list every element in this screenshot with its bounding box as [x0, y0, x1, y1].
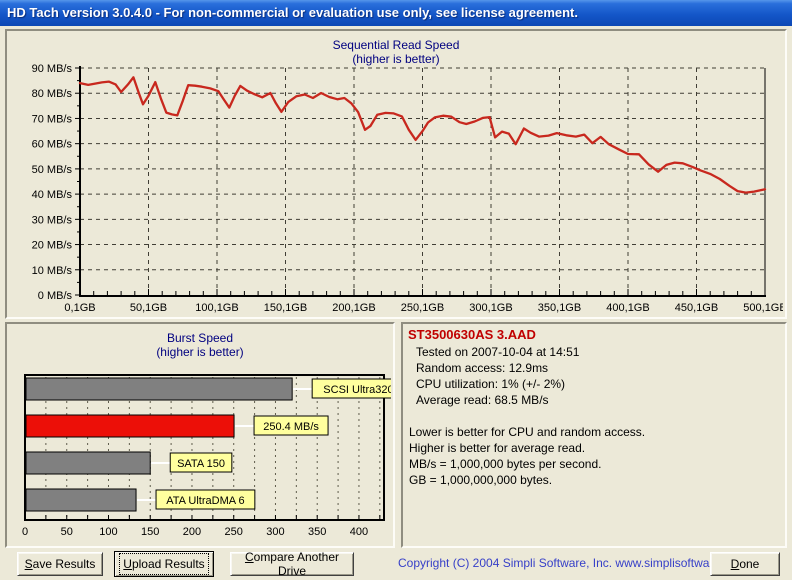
y-tick-label: 0 MB/s — [38, 290, 73, 302]
x-tick-label: 0,1GB — [64, 302, 95, 314]
y-tick-label: 50 MB/s — [32, 164, 73, 176]
sequential-read-panel: Sequential Read Speed (higher is better)… — [5, 29, 787, 319]
y-tick-label: 30 MB/s — [32, 214, 73, 226]
y-tick-label: 80 MB/s — [32, 88, 73, 100]
bar-label-text: SCSI Ultra320 — [323, 384, 391, 396]
done-button[interactable]: Done — [710, 552, 780, 576]
burst-x-tick-label: 50 — [61, 526, 73, 538]
random-access-line: Random access: 12.9ms — [403, 360, 785, 376]
x-tick-label: 400,1GB — [606, 302, 649, 314]
bar-label-text: ATA UltraDMA 6 — [166, 495, 244, 507]
x-tick-label: 200,1GB — [332, 302, 375, 314]
burst-bar — [26, 452, 150, 474]
x-tick-label: 500,1GB — [743, 302, 783, 314]
window-titlebar: HD Tach version 3.0.4.0 - For non-commer… — [0, 0, 792, 26]
burst-bar — [26, 415, 234, 437]
y-tick-label: 20 MB/s — [32, 240, 73, 252]
burst-bar — [26, 378, 292, 400]
x-tick-label: 250,1GB — [401, 302, 444, 314]
burst-x-tick-label: 350 — [308, 526, 326, 538]
note-mbs-definition: MB/s = 1,000,000 bytes per second. — [403, 456, 785, 472]
hdtach-window: HD Tach version 3.0.4.0 - For non-commer… — [0, 0, 792, 580]
note-lower-better: Lower is better for CPU and random acces… — [403, 424, 785, 440]
burst-x-tick-label: 100 — [99, 526, 117, 538]
burst-x-tick-label: 300 — [266, 526, 284, 538]
burst-x-tick-label: 400 — [350, 526, 368, 538]
upload-results-button[interactable]: Upload Results — [114, 551, 214, 577]
cpu-utilization-line: CPU utilization: 1% (+/- 2%) — [403, 376, 785, 392]
burst-speed-chart: 0 50 100 150 200 250 300 350 400 SCSI Ultra320 250… — [7, 324, 391, 544]
copyright-text: Copyright (C) 2004 Simpli Software, Inc.… — [398, 556, 732, 570]
x-tick-label: 450,1GB — [675, 302, 718, 314]
y-tick-label: 60 MB/s — [32, 139, 73, 151]
x-tick-label: 100,1GB — [195, 302, 238, 314]
bar-label-text: 250.4 MB/s — [263, 421, 319, 433]
y-tick-label: 90 MB/s — [32, 63, 73, 75]
note-gb-definition: GB = 1,000,000,000 bytes. — [403, 472, 785, 488]
tested-on-line: Tested on 2007-10-04 at 14:51 — [403, 344, 785, 360]
burst-speed-panel: Burst Speed (higher is better) 050100150… — [5, 322, 395, 548]
x-tick-label: 50,1GB — [130, 302, 167, 314]
average-read-line: Average read: 68.5 MB/s — [403, 392, 785, 408]
sequential-read-chart: 90 MB/s 80 MB/s 70 MB/s 60 MB/s 50 MB/s 40 MB… — [7, 31, 783, 315]
drive-name: ST3500630AS 3.AAD — [403, 324, 785, 344]
x-tick-label: 300,1GB — [469, 302, 512, 314]
window-title: HD Tach version 3.0.4.0 - For non-commer… — [7, 5, 578, 20]
note-higher-better: Higher is better for average read. — [403, 440, 785, 456]
burst-x-tick-label: 0 — [22, 526, 28, 538]
save-results-button[interactable]: Save Results — [17, 552, 103, 576]
x-tick-label: 150,1GB — [264, 302, 307, 314]
drive-info-panel: ST3500630AS 3.AAD Tested on 2007-10-04 a… — [401, 322, 787, 548]
x-tick-label: 350,1GB — [538, 302, 581, 314]
burst-x-tick-label: 250 — [225, 526, 243, 538]
burst-x-tick-label: 150 — [141, 526, 159, 538]
burst-x-tick-label: 200 — [183, 526, 201, 538]
burst-bar — [26, 489, 136, 511]
compare-another-drive-button[interactable]: Compare Another Drive — [230, 552, 354, 576]
y-tick-label: 70 MB/s — [32, 113, 73, 125]
y-tick-label: 40 MB/s — [32, 189, 73, 201]
bar-label-text: SATA 150 — [177, 458, 225, 470]
y-tick-label: 10 MB/s — [32, 265, 73, 277]
